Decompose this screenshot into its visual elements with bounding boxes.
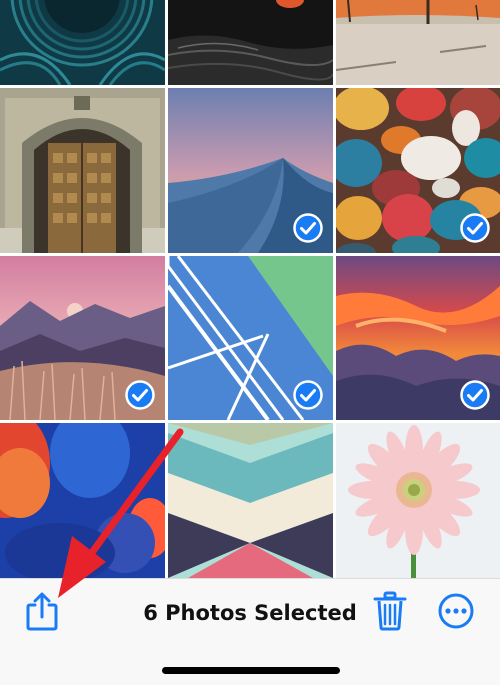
selected-checkmark-icon: [460, 380, 490, 410]
photo-thumbnail[interactable]: [168, 0, 333, 85]
photo-thumbnail[interactable]: [0, 256, 165, 420]
photo-thumbnail[interactable]: [0, 423, 165, 578]
photo-thumbnail[interactable]: [168, 423, 333, 578]
more-options-button[interactable]: [434, 591, 478, 635]
photo-thumbnail[interactable]: [336, 256, 500, 420]
photo-thumbnail[interactable]: [336, 423, 500, 578]
more-icon: [437, 592, 475, 635]
photo-thumbnail[interactable]: [336, 88, 500, 253]
selected-checkmark-icon: [293, 380, 323, 410]
selected-checkmark-icon: [293, 213, 323, 243]
home-indicator[interactable]: [162, 667, 340, 674]
photo-grid: [0, 0, 500, 578]
photo-thumbnail[interactable]: [168, 88, 333, 253]
delete-button[interactable]: [368, 591, 412, 635]
trash-icon: [373, 591, 407, 636]
share-icon: [24, 591, 60, 636]
share-button[interactable]: [20, 591, 64, 635]
selection-toolbar: 6 Photos Selected: [0, 578, 500, 685]
photo-thumbnail[interactable]: [0, 0, 165, 85]
selected-checkmark-icon: [125, 380, 155, 410]
selection-count-label: 6 Photos Selected: [143, 601, 357, 625]
photo-thumbnail[interactable]: [0, 88, 165, 253]
selected-checkmark-icon: [460, 213, 490, 243]
photo-thumbnail[interactable]: [168, 256, 333, 420]
photo-thumbnail[interactable]: [336, 0, 500, 85]
